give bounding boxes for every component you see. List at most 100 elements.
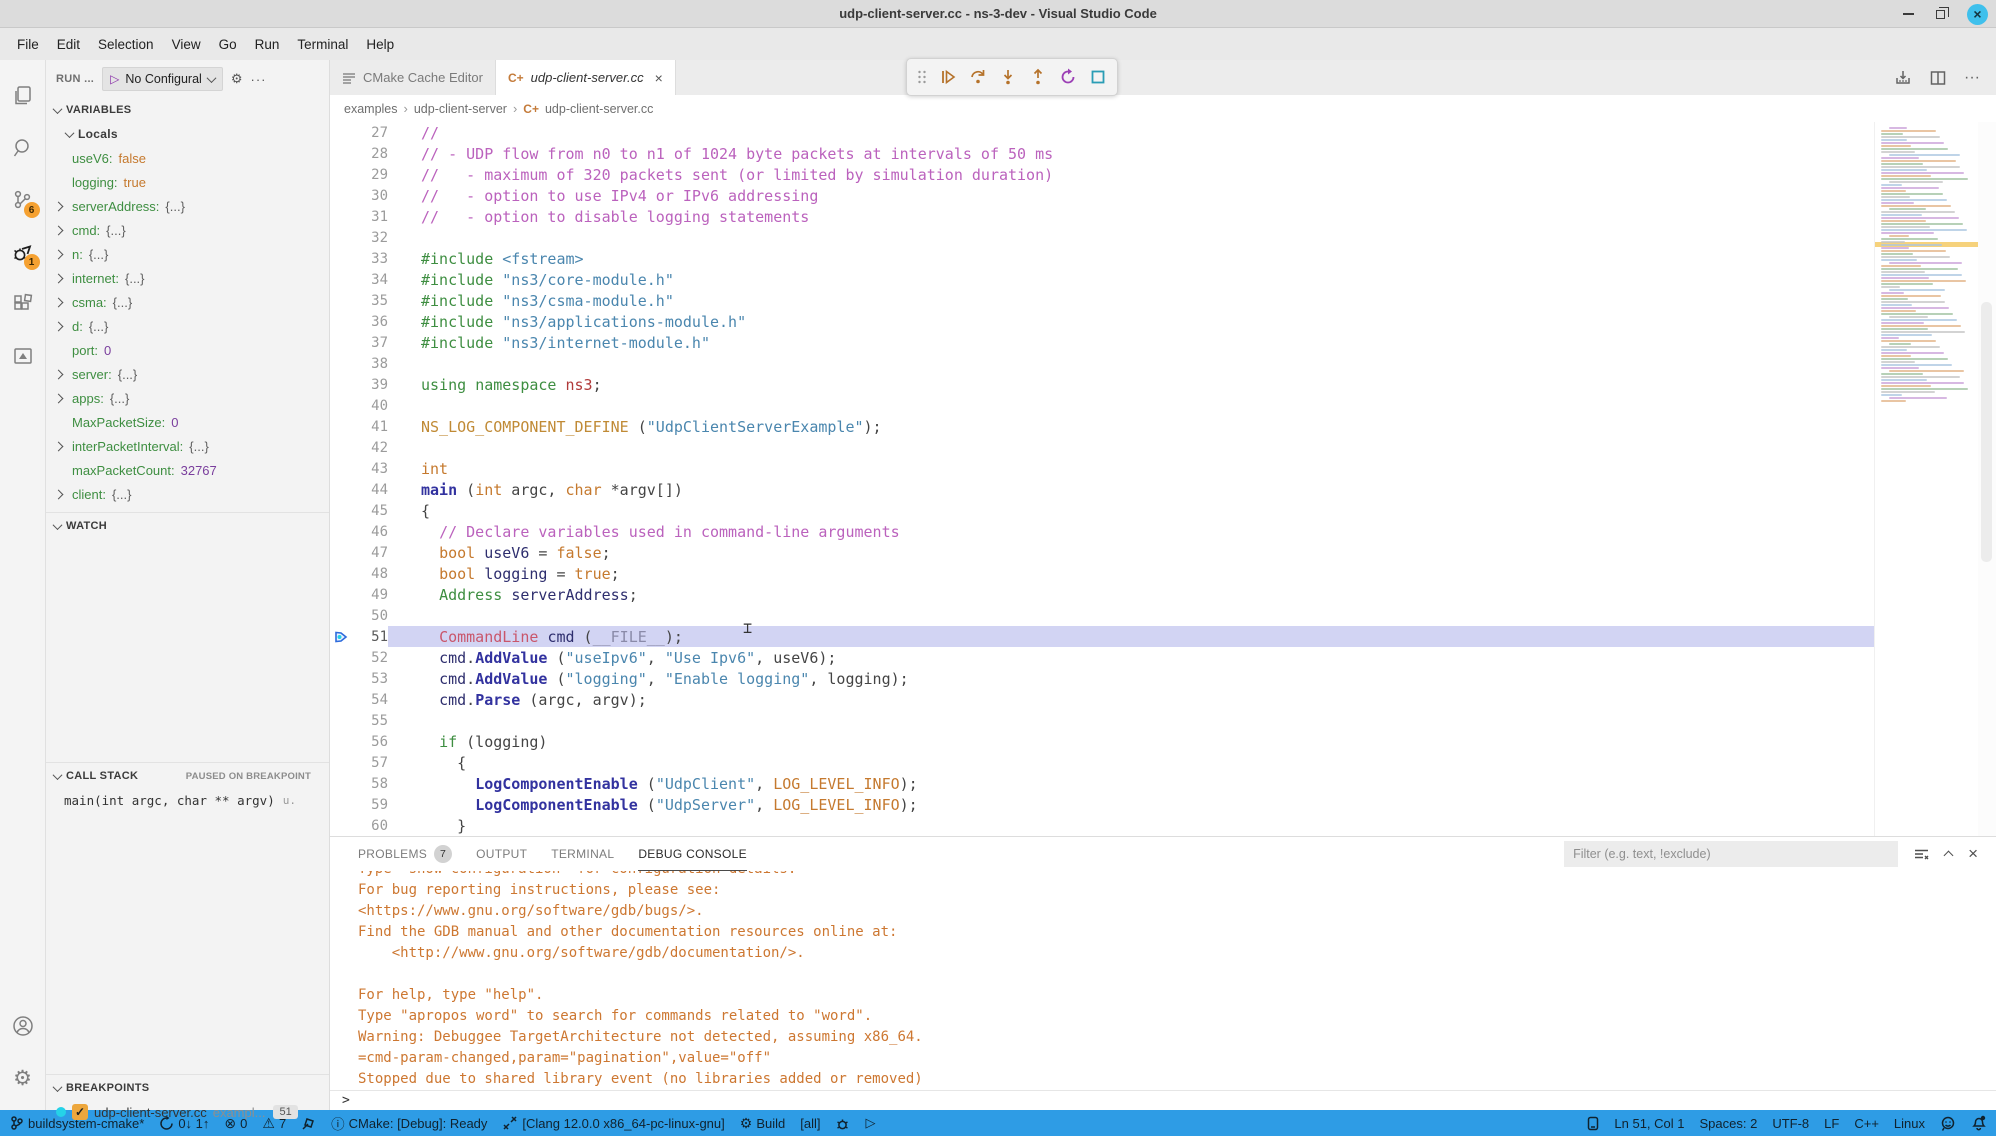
stop-icon[interactable]: [1089, 68, 1107, 86]
call-stack-frame[interactable]: main(int argc, char ** argv)u.: [46, 788, 329, 812]
breadcrumb-item[interactable]: examples: [344, 102, 398, 116]
status-item-bug-icon[interactable]: [835, 1116, 850, 1131]
variable-row-internet[interactable]: internet:{...}: [46, 266, 329, 290]
tray-icon[interactable]: [1894, 70, 1912, 86]
minimize-icon[interactable]: [1903, 13, 1914, 15]
editor-tab-udp-client-server-cc[interactable]: C+udp-client-server.cc×: [496, 60, 676, 95]
debug-console-input[interactable]: >: [330, 1090, 1996, 1110]
code-line-59[interactable]: 59 LogComponentEnable ("UdpServer", LOG_…: [330, 794, 1874, 815]
panel-tab-output[interactable]: OUTPUT: [476, 837, 527, 871]
code-line-46[interactable]: 46 // Declare variables used in command-…: [330, 521, 1874, 542]
variable-row-logging[interactable]: logging:true: [46, 170, 329, 194]
variable-row-serverAddress[interactable]: serverAddress:{...}: [46, 194, 329, 218]
status-item-cmake-debug-ready[interactable]: ⓘCMake: [Debug]: Ready: [331, 1113, 487, 1133]
activity-bar-item-source-control[interactable]: 6: [0, 174, 46, 226]
continue-icon[interactable]: [939, 68, 957, 86]
variable-row-maxPacketCount[interactable]: maxPacketCount:32767: [46, 458, 329, 482]
breadcrumb-item[interactable]: udp-client-server.cc: [545, 102, 653, 116]
variable-row-server[interactable]: server:{...}: [46, 362, 329, 386]
variable-row-MaxPacketSize[interactable]: MaxPacketSize:0: [46, 410, 329, 434]
editor-more-actions-icon[interactable]: ···: [1964, 69, 1980, 87]
code-line-44[interactable]: 44main (int argc, char *argv[]): [330, 479, 1874, 500]
status-item-feedback-icon[interactable]: [1940, 1116, 1956, 1131]
status-item-utf-8[interactable]: UTF-8: [1772, 1116, 1809, 1131]
close-tab-icon[interactable]: ×: [655, 70, 663, 86]
code-line-52[interactable]: 52 cmd.AddValue ("useIpv6", "Use Ipv6", …: [330, 647, 1874, 668]
menu-item-selection[interactable]: Selection: [89, 33, 163, 56]
activity-bar-item-settings-gear[interactable]: ⚙: [0, 1052, 46, 1104]
activity-bar-item-search[interactable]: [0, 122, 46, 174]
code-line-34[interactable]: 34#include "ns3/core-module.h": [330, 269, 1874, 290]
locals-group[interactable]: Locals: [46, 122, 329, 146]
maximize-panel-icon[interactable]: [1945, 846, 1952, 862]
variable-row-port[interactable]: port:0: [46, 338, 329, 362]
menu-item-run[interactable]: Run: [246, 33, 289, 56]
console-filter-input[interactable]: [1564, 841, 1898, 867]
activity-bar-item-account[interactable]: [0, 1000, 46, 1052]
code-line-48[interactable]: 48 bool logging = true;: [330, 563, 1874, 584]
step-into-icon[interactable]: [999, 68, 1017, 86]
menu-item-file[interactable]: File: [8, 33, 48, 56]
debug-config-dropdown[interactable]: ▷ No Configural: [102, 67, 223, 91]
code-line-38[interactable]: 38: [330, 353, 1874, 374]
close-icon[interactable]: ×: [1967, 4, 1988, 25]
variable-row-n[interactable]: n:{...}: [46, 242, 329, 266]
editor-tab-cmake-cache-editor[interactable]: CMake Cache Editor: [330, 60, 496, 95]
minimap[interactable]: [1874, 122, 1978, 836]
start-debug-icon[interactable]: ▷: [110, 72, 119, 86]
close-panel-icon[interactable]: ×: [1968, 844, 1978, 864]
code-line-32[interactable]: 32: [330, 227, 1874, 248]
code-line-43[interactable]: 43int: [330, 458, 1874, 479]
code-line-54[interactable]: 54 cmd.Parse (argc, argv);: [330, 689, 1874, 710]
code-line-53[interactable]: 53 cmd.AddValue ("logging", "Enable logg…: [330, 668, 1874, 689]
scrollbar[interactable]: [1978, 122, 1996, 836]
code-line-28[interactable]: 28// - UDP flow from n0 to n1 of 1024 by…: [330, 143, 1874, 164]
activity-bar-item-cmake[interactable]: [0, 330, 46, 382]
breakpoints-section-header[interactable]: BREAKPOINTS: [46, 1076, 329, 1100]
restart-icon[interactable]: [1059, 68, 1077, 86]
status-item-bell-icon[interactable]: [1971, 1115, 1986, 1131]
variable-row-useV6[interactable]: useV6:false: [46, 146, 329, 170]
menu-item-help[interactable]: Help: [357, 33, 403, 56]
status-item-lf[interactable]: LF: [1824, 1116, 1839, 1131]
activity-bar-item-extensions[interactable]: [0, 278, 46, 330]
panel-tab-terminal[interactable]: TERMINAL: [551, 837, 614, 871]
maximize-icon[interactable]: [1936, 10, 1945, 19]
variable-row-apps[interactable]: apps:{...}: [46, 386, 329, 410]
breadcrumb-item[interactable]: udp-client-server: [414, 102, 507, 116]
code-line-35[interactable]: 35#include "ns3/csma-module.h": [330, 290, 1874, 311]
code-line-40[interactable]: 40: [330, 395, 1874, 416]
split-editor-icon[interactable]: [1930, 70, 1946, 86]
activity-bar-item-files[interactable]: [0, 70, 46, 122]
step-over-icon[interactable]: [969, 68, 987, 86]
code-line-58[interactable]: 58 LogComponentEnable ("UdpClient", LOG_…: [330, 773, 1874, 794]
variable-row-client[interactable]: client:{...}: [46, 482, 329, 506]
code-line-30[interactable]: 30// - option to use IPv4 or IPv6 addres…: [330, 185, 1874, 206]
variable-row-csma[interactable]: csma:{...}: [46, 290, 329, 314]
code-line-60[interactable]: 60 }: [330, 815, 1874, 836]
code-line-41[interactable]: 41NS_LOG_COMPONENT_DEFINE ("UdpClientSer…: [330, 416, 1874, 437]
variable-row-interPacketInterval[interactable]: interPacketInterval:{...}: [46, 434, 329, 458]
code-line-31[interactable]: 31// - option to disable logging stateme…: [330, 206, 1874, 227]
menu-item-edit[interactable]: Edit: [48, 33, 89, 56]
code-line-55[interactable]: 55: [330, 710, 1874, 731]
activity-bar-item-run-debug[interactable]: 1: [0, 226, 46, 278]
more-actions-icon[interactable]: ···: [250, 72, 266, 87]
code-line-37[interactable]: 37#include "ns3/internet-module.h": [330, 332, 1874, 353]
variables-section-header[interactable]: VARIABLES: [46, 98, 329, 122]
status-item-ln-51-col-1[interactable]: Ln 51, Col 1: [1614, 1116, 1684, 1131]
code-line-50[interactable]: 50: [330, 605, 1874, 626]
panel-tab-problems[interactable]: PROBLEMS7: [358, 837, 452, 871]
clear-console-icon[interactable]: [1914, 848, 1929, 861]
status-item--all-[interactable]: [all]: [800, 1116, 820, 1131]
menu-item-terminal[interactable]: Terminal: [288, 33, 357, 56]
code-line-45[interactable]: 45{: [330, 500, 1874, 521]
breakpoint-checkbox[interactable]: ✓: [72, 1104, 88, 1120]
variable-row-cmd[interactable]: cmd:{...}: [46, 218, 329, 242]
step-out-icon[interactable]: [1029, 68, 1047, 86]
status-item-spaces-2[interactable]: Spaces: 2: [1700, 1116, 1758, 1131]
code-line-39[interactable]: 39using namespace ns3;: [330, 374, 1874, 395]
code-line-29[interactable]: 29// - maximum of 320 packets sent (or l…: [330, 164, 1874, 185]
code-line-36[interactable]: 36#include "ns3/applications-module.h": [330, 311, 1874, 332]
code-line-47[interactable]: 47 bool useV6 = false;: [330, 542, 1874, 563]
